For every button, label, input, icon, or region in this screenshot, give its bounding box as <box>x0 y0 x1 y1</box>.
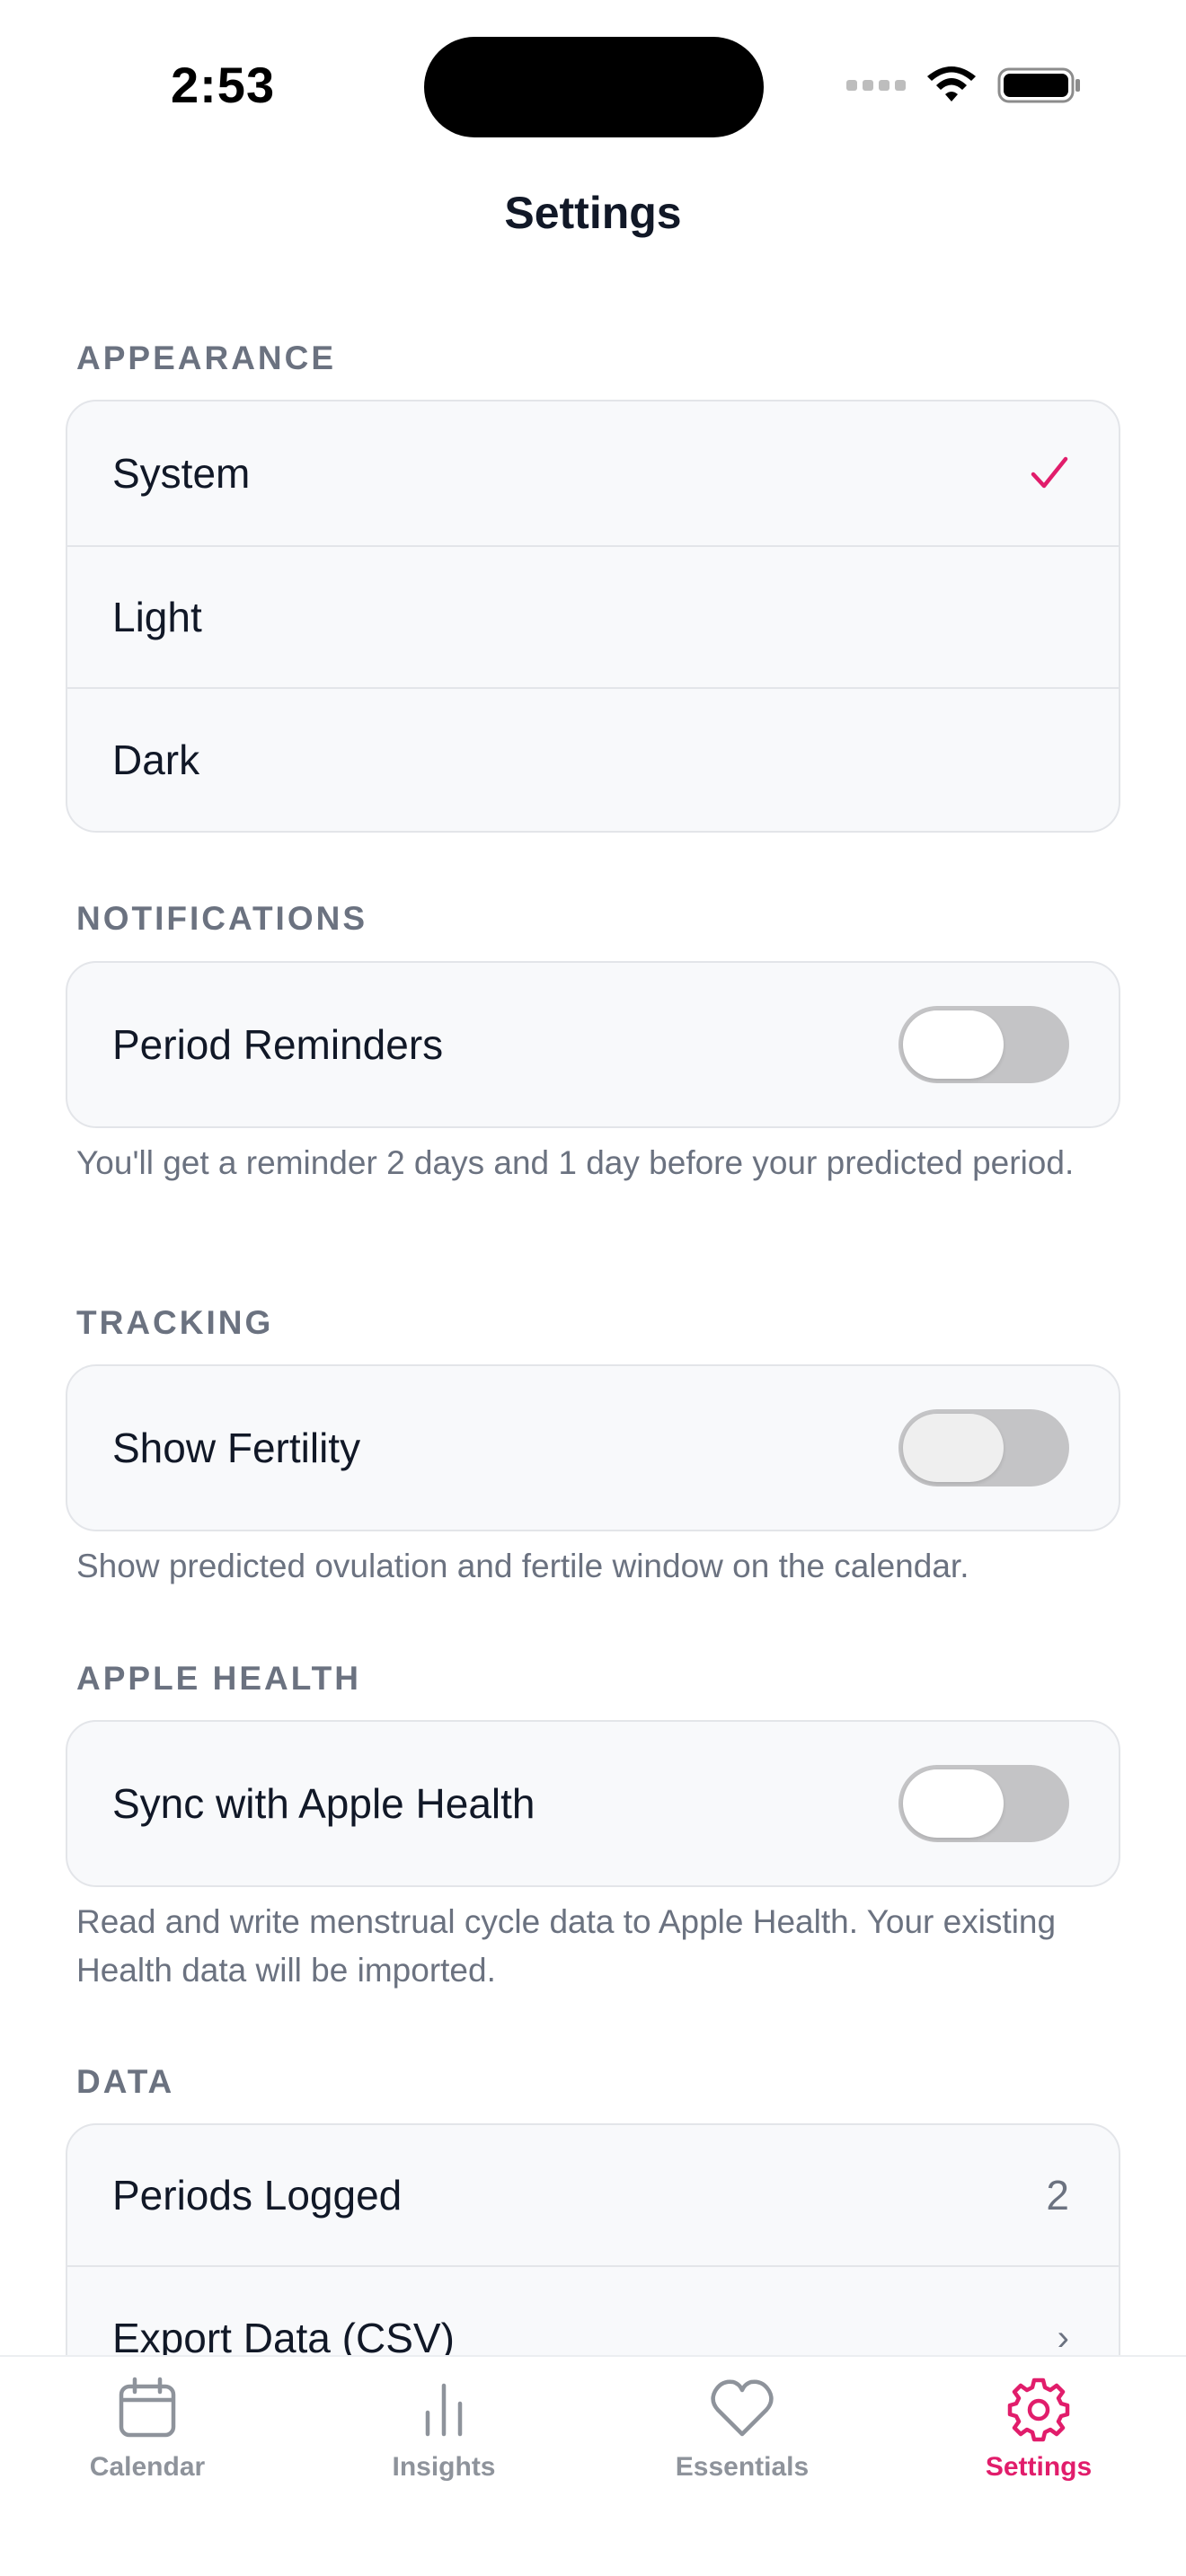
tab-insights[interactable]: Insights <box>345 2375 543 2483</box>
tracking-section-header: TRACKING <box>76 1304 274 1341</box>
appearance-section-header: APPEARANCE <box>76 340 337 376</box>
show-fertility-toggle[interactable] <box>898 1409 1069 1486</box>
heart-icon <box>711 2379 774 2437</box>
tab-label: Calendar <box>89 2452 206 2482</box>
tracking-card: Show Fertility <box>66 1364 1120 1531</box>
status-icons <box>846 63 1082 108</box>
sync-apple-health-label: Sync with Apple Health <box>112 1780 535 1827</box>
notifications-card: Period Reminders <box>66 961 1120 1128</box>
show-fertility-row: Show Fertility <box>67 1366 1119 1530</box>
tab-calendar[interactable]: Calendar <box>49 2375 246 2483</box>
data-section-header: DATA <box>76 2063 175 2100</box>
periods-logged-label: Periods Logged <box>112 2172 403 2219</box>
chevron-right-icon: › <box>1057 2317 1069 2358</box>
calendar-icon <box>119 2377 176 2438</box>
period-reminders-toggle[interactable] <box>898 1006 1069 1083</box>
tab-label: Insights <box>392 2452 496 2482</box>
page-title: Settings <box>504 188 682 238</box>
tab-label: Settings <box>985 2452 1093 2482</box>
appearance-option-dark[interactable]: Dark <box>67 689 1119 831</box>
tracking-footnote: Show predicted ovulation and fertile win… <box>76 1548 969 1584</box>
notifications-footnote: You'll get a reminder 2 days and 1 day b… <box>76 1144 1075 1181</box>
apple-health-footnote: Read and write menstrual cycle data to A… <box>76 1903 1057 1989</box>
gear-icon <box>1007 2378 1070 2442</box>
status-time: 2:53 <box>171 57 276 113</box>
status-bar: 2:53 <box>0 0 1186 153</box>
tab-essentials[interactable]: Essentials <box>643 2375 841 2483</box>
tab-settings[interactable]: Settings <box>940 2375 1137 2483</box>
wifi-icon <box>927 66 976 101</box>
notifications-section-header: NOTIFICATIONS <box>76 900 368 937</box>
tab-label: Essentials <box>675 2452 810 2482</box>
dynamic-island <box>424 37 764 137</box>
show-fertility-label: Show Fertility <box>112 1425 361 1471</box>
appearance-option-system[interactable]: System <box>67 401 1119 547</box>
periods-logged-row: Periods Logged 2 <box>67 2125 1119 2267</box>
sync-apple-health-toggle[interactable] <box>898 1765 1069 1842</box>
period-reminders-label: Period Reminders <box>112 1021 444 1068</box>
apple-health-section-header: APPLE HEALTH <box>76 1660 361 1697</box>
appearance-option-label: System <box>112 450 251 497</box>
sync-apple-health-row: Sync with Apple Health <box>67 1722 1119 1885</box>
battery-icon <box>997 67 1080 103</box>
bar-chart-icon <box>425 2383 463 2437</box>
apple-health-card: Sync with Apple Health <box>66 1720 1120 1887</box>
appearance-option-label: Dark <box>112 737 200 783</box>
period-reminders-row: Period Reminders <box>67 963 1119 1126</box>
appearance-card: System Light Dark <box>66 400 1120 833</box>
cellular-signal-icon <box>846 80 906 91</box>
periods-logged-value: 2 <box>1046 2172 1069 2219</box>
appearance-option-label: Light <box>112 594 202 640</box>
tab-bar: Calendar Insights Essentials Settings <box>0 2355 1186 2576</box>
appearance-option-light[interactable]: Light <box>67 547 1119 689</box>
checkmark-icon <box>1031 456 1068 489</box>
